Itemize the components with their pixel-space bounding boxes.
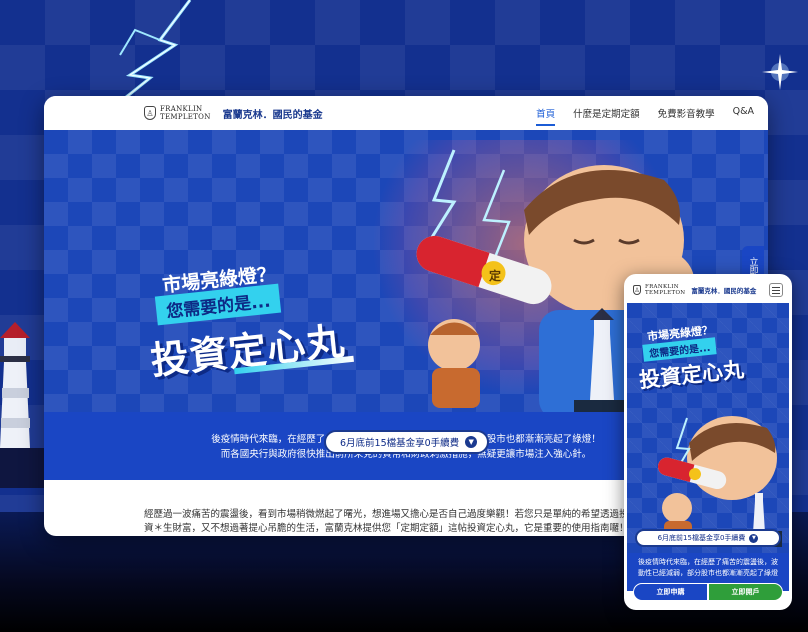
- nav-free-video-tutorial[interactable]: 免費影音教學: [658, 102, 715, 124]
- nav-qa[interactable]: Q&A: [733, 102, 754, 124]
- mobile-description-line-2: 動性已經減弱，部分股市也都漸漸亮起了綠燈: [638, 569, 778, 577]
- logo-emblem-icon: ♙: [633, 285, 641, 295]
- mobile-brand-tagline: 富蘭克林．國民的基金: [691, 287, 757, 295]
- apply-now-button[interactable]: 立即申購: [633, 583, 708, 601]
- mobile-action-bar: 立即申購 立即開戶: [627, 583, 789, 601]
- mobile-promo-label: 6月底前15檔基金享0手續費: [657, 534, 746, 542]
- chevron-down-icon: ▼: [749, 533, 759, 543]
- mobile-logo[interactable]: ♙ FRANKLIN TEMPLETON: [633, 284, 685, 296]
- logo-emblem-icon: ♙: [144, 106, 156, 120]
- chevron-down-icon: ▼: [465, 436, 478, 448]
- pill-character: 定: [489, 268, 501, 283]
- logo-line-1: FRANKLIN: [160, 105, 203, 113]
- mobile-preview-window: ♙ FRANKLIN TEMPLETON 富蘭克林．國民的基金 市場亮綠燈？ 您…: [624, 274, 792, 610]
- promo-label: 6月底前15檔基金享0手續費: [340, 438, 460, 449]
- mobile-description-line-1: 後疫情時代來臨，在經歷了痛苦的震盪後，波: [638, 558, 778, 566]
- mobile-navbar: ♙ FRANKLIN TEMPLETON 富蘭克林．國民的基金: [627, 277, 789, 303]
- lighthouse-icon: [0, 322, 44, 488]
- nav-what-is-regular-investment[interactable]: 什麼是定期定額: [573, 102, 640, 124]
- open-account-button[interactable]: 立即開戶: [708, 583, 783, 601]
- top-navbar: ♙ FRANKLIN TEMPLETON 富蘭克林．國民的基金 首頁 什麼是定期…: [44, 96, 768, 130]
- nav-links: 首頁 什麼是定期定額 免費影音教學 Q&A: [536, 102, 754, 126]
- mobile-hero: 市場亮綠燈？ 您需要的是... 投資定心丸 6月底前15檔基金享0手續費 ▼: [627, 303, 789, 553]
- mobile-promo-button[interactable]: 6月底前15檔基金享0手續費 ▼: [635, 529, 781, 547]
- sparkle-icon: [762, 54, 798, 90]
- logo-line-2: TEMPLETON: [160, 113, 211, 121]
- nav-home[interactable]: 首頁: [536, 102, 556, 126]
- mobile-logo-line-2: TEMPLETON: [645, 290, 686, 296]
- hamburger-menu-icon[interactable]: [769, 283, 783, 297]
- brand-tagline: 富蘭克林．國民的基金: [222, 109, 323, 121]
- promo-button[interactable]: 6月底前15檔基金享0手續費 ▼: [324, 430, 490, 454]
- franklin-templeton-logo[interactable]: ♙ FRANKLIN TEMPLETON: [144, 105, 211, 121]
